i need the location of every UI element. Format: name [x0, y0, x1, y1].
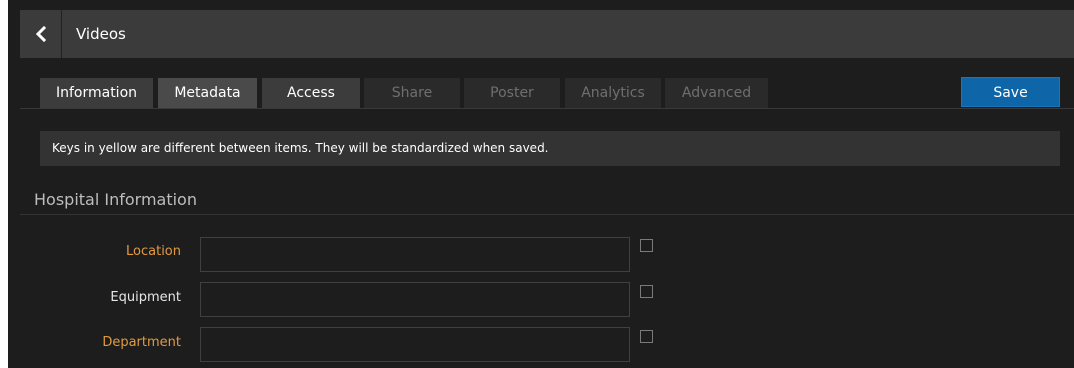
- tab-analytics: Analytics: [565, 78, 661, 108]
- section-title: Hospital Information: [34, 190, 197, 209]
- metadata-editor-panel: Videos Information Metadata Access Share…: [8, 0, 1074, 368]
- tab-poster: Poster: [464, 78, 560, 108]
- location-field[interactable]: [200, 237, 630, 272]
- department-field[interactable]: [200, 327, 630, 362]
- department-checkbox[interactable]: [640, 330, 653, 343]
- location-checkbox[interactable]: [640, 239, 653, 252]
- tab-metadata[interactable]: Metadata: [158, 78, 257, 108]
- tab-information[interactable]: Information: [40, 78, 153, 108]
- tab-advanced: Advanced: [665, 78, 768, 108]
- save-button[interactable]: Save: [961, 77, 1060, 107]
- equipment-field[interactable]: [200, 282, 630, 317]
- tab-access[interactable]: Access: [262, 78, 360, 108]
- chevron-left-icon: [35, 26, 46, 42]
- notice-banner: Keys in yellow are different between ite…: [40, 131, 1060, 166]
- tab-bar: Information Metadata Access Share Poster…: [20, 78, 1074, 109]
- tab-share: Share: [364, 78, 460, 108]
- department-label: Department: [102, 335, 181, 350]
- section-divider: [20, 214, 1074, 215]
- equipment-label: Equipment: [110, 290, 181, 305]
- page-title: Videos: [76, 25, 126, 43]
- back-button[interactable]: [20, 10, 62, 58]
- title-bar: Videos: [20, 10, 1074, 58]
- location-label: Location: [126, 244, 181, 259]
- equipment-checkbox[interactable]: [640, 285, 653, 298]
